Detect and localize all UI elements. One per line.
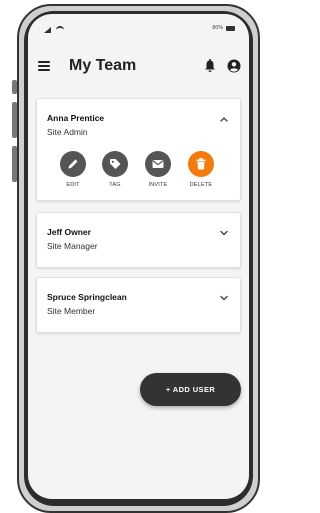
wifi-icon xyxy=(56,26,64,32)
chevron-up-icon[interactable] xyxy=(220,116,228,122)
team-member-card[interactable]: Anna Prentice Site Admin EDIT TAG INVITE… xyxy=(36,98,241,201)
tag-icon xyxy=(102,151,128,177)
edit-label: EDIT xyxy=(66,182,80,188)
mail-icon xyxy=(145,151,171,177)
chevron-down-icon[interactable] xyxy=(220,295,228,301)
pencil-icon xyxy=(60,151,86,177)
app-screen: 80% My Team Anna Prentice Site Admin EDI… xyxy=(28,14,249,499)
delete-button[interactable]: DELETE xyxy=(181,151,221,188)
menu-icon[interactable] xyxy=(38,61,50,71)
battery-icon xyxy=(226,25,235,31)
member-role: Site Admin xyxy=(47,127,88,137)
delete-label: DELETE xyxy=(189,182,213,188)
status-bar: 80% xyxy=(28,14,249,44)
bell-icon[interactable] xyxy=(204,59,216,73)
member-name: Anna Prentice xyxy=(47,113,105,123)
device-mockup: 80% My Team Anna Prentice Site Admin EDI… xyxy=(0,0,260,513)
trash-icon xyxy=(188,151,214,177)
chevron-down-icon[interactable] xyxy=(220,230,228,236)
page-title: My Team xyxy=(69,57,137,74)
member-role: Site Member xyxy=(47,306,96,316)
invite-button[interactable]: INVITE xyxy=(138,151,178,188)
app-bar: My Team xyxy=(28,50,249,84)
battery-percent: 80% xyxy=(212,25,223,31)
status-right: 80% xyxy=(212,25,235,31)
tag-label: TAG xyxy=(109,182,121,188)
member-role: Site Manager xyxy=(47,241,98,251)
signal-icon xyxy=(44,27,51,33)
member-name: Jeff Owner xyxy=(47,227,91,237)
account-circle-icon[interactable] xyxy=(227,59,241,73)
invite-label: INVITE xyxy=(148,182,168,188)
edit-button[interactable]: EDIT xyxy=(53,151,93,188)
add-user-button[interactable]: + ADD USER xyxy=(140,373,241,406)
member-actions: EDIT TAG INVITE DELETE xyxy=(37,151,240,197)
team-member-card[interactable]: Jeff Owner Site Manager xyxy=(36,212,241,268)
tag-button[interactable]: TAG xyxy=(95,151,135,188)
member-name: Spruce Springclean xyxy=(47,292,127,302)
team-member-card[interactable]: Spruce Springclean Site Member xyxy=(36,277,241,333)
